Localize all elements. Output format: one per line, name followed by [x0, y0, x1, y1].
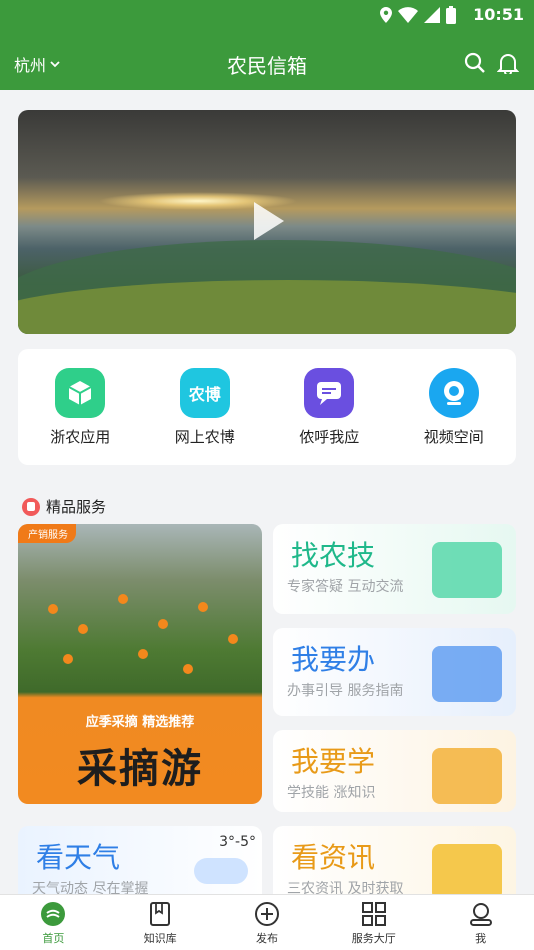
nongbo-icon: 农博: [179, 368, 230, 418]
card-weather[interactable]: 看天气 天气动态 尽在掌握 3°-5°: [18, 826, 262, 894]
document-icon: [432, 844, 502, 894]
tab-knowledge[interactable]: 知识库: [107, 895, 214, 950]
tab-label: 知识库: [143, 932, 177, 945]
card-title: 看资讯: [291, 841, 376, 874]
card-subtitle: 学技能 涨知识: [287, 785, 376, 801]
quick-link-label: 浙农应用: [50, 428, 111, 446]
tab-label: 服务大厅: [351, 932, 396, 945]
status-icons: [380, 6, 456, 24]
home-icon: [41, 902, 66, 926]
location-icon: [380, 7, 392, 23]
featured-section-title: 精品服务: [22, 496, 106, 517]
quick-link-label: 侬呼我应: [299, 428, 360, 446]
search-icon[interactable]: [464, 52, 486, 74]
cube-icon: [55, 368, 106, 418]
card-title: 我要办: [291, 643, 376, 676]
bottom-tab-bar: 首页 知识库 发布 服务大厅 我: [0, 894, 534, 950]
nongbo-icon-text: 农博: [188, 385, 221, 404]
support-icon: [432, 542, 502, 598]
main-content: 浙农应用 农博 网上农博 侬呼我应 视频空间 精品服务 产销服务 应季采摘 精选…: [0, 90, 534, 894]
like-icon: [22, 497, 40, 516]
user-icon: [469, 903, 492, 926]
card-subtitle: 专家答疑 互动交流: [287, 579, 404, 595]
signal-icon: [424, 7, 440, 23]
cloud-icon: [194, 858, 248, 884]
card-find-tech[interactable]: 找农技 专家答疑 互动交流: [273, 524, 516, 614]
printer-icon: [432, 646, 502, 702]
promo-headline: 采摘游: [77, 746, 203, 792]
tab-label: 我: [475, 932, 487, 945]
field-layer: [18, 280, 516, 334]
card-subtitle: 天气动态 尽在掌握: [32, 881, 149, 894]
card-title: 我要学: [291, 745, 376, 778]
card-learn[interactable]: 我要学 学技能 涨知识: [273, 730, 516, 812]
wifi-icon: [398, 7, 418, 23]
promo-subtitle: 应季采摘 精选推荐: [85, 715, 195, 730]
tab-label: 首页: [42, 932, 65, 945]
book-icon: [432, 748, 502, 804]
tab-publish[interactable]: 发布: [214, 895, 321, 950]
plus-circle-icon: [254, 902, 279, 926]
quick-link-zhenong[interactable]: 浙农应用: [18, 349, 143, 465]
video-banner[interactable]: [18, 110, 516, 334]
card-handle-affairs[interactable]: 我要办 办事引导 服务指南: [273, 628, 516, 716]
card-subtitle: 办事引导 服务指南: [287, 683, 404, 699]
play-icon[interactable]: [254, 202, 284, 240]
promo-tag: 产销服务: [18, 524, 76, 543]
grid-icon: [361, 902, 386, 926]
section-title-text: 精品服务: [46, 498, 107, 516]
page-title: 农民信箱: [227, 54, 307, 78]
quick-link-video[interactable]: 视频空间: [392, 349, 517, 465]
card-news[interactable]: 看资讯 三农资讯 及时获取: [273, 826, 516, 894]
book-icon: [150, 902, 171, 926]
status-bar: 10:51: [0, 0, 534, 30]
card-subtitle: 三农资讯 及时获取: [287, 881, 404, 894]
quick-link-label: 网上农博: [174, 428, 235, 446]
tab-label: 发布: [255, 932, 278, 945]
status-time: 10:51: [473, 5, 524, 24]
card-title: 看天气: [36, 841, 121, 874]
quick-link-response[interactable]: 侬呼我应: [267, 349, 392, 465]
tab-service-hall[interactable]: 服务大厅: [320, 895, 427, 950]
quick-link-label: 视频空间: [423, 428, 484, 446]
camera-icon: [428, 368, 479, 418]
temperature-range: 3°-5°: [219, 834, 256, 850]
battery-icon: [446, 6, 456, 24]
card-title: 找农技: [291, 539, 376, 572]
chat-icon: [304, 368, 355, 418]
promo-banner-picking[interactable]: 产销服务 应季采摘 精选推荐 采摘游: [18, 524, 262, 804]
tab-home[interactable]: 首页: [0, 895, 107, 950]
quick-links: 浙农应用 农博 网上农博 侬呼我应 视频空间: [18, 349, 516, 465]
bell-icon[interactable]: [497, 52, 519, 74]
quick-link-nongbo[interactable]: 农博 网上农博: [143, 349, 268, 465]
app-header: 杭州 农民信箱: [0, 30, 534, 90]
tab-me[interactable]: 我: [427, 895, 534, 950]
